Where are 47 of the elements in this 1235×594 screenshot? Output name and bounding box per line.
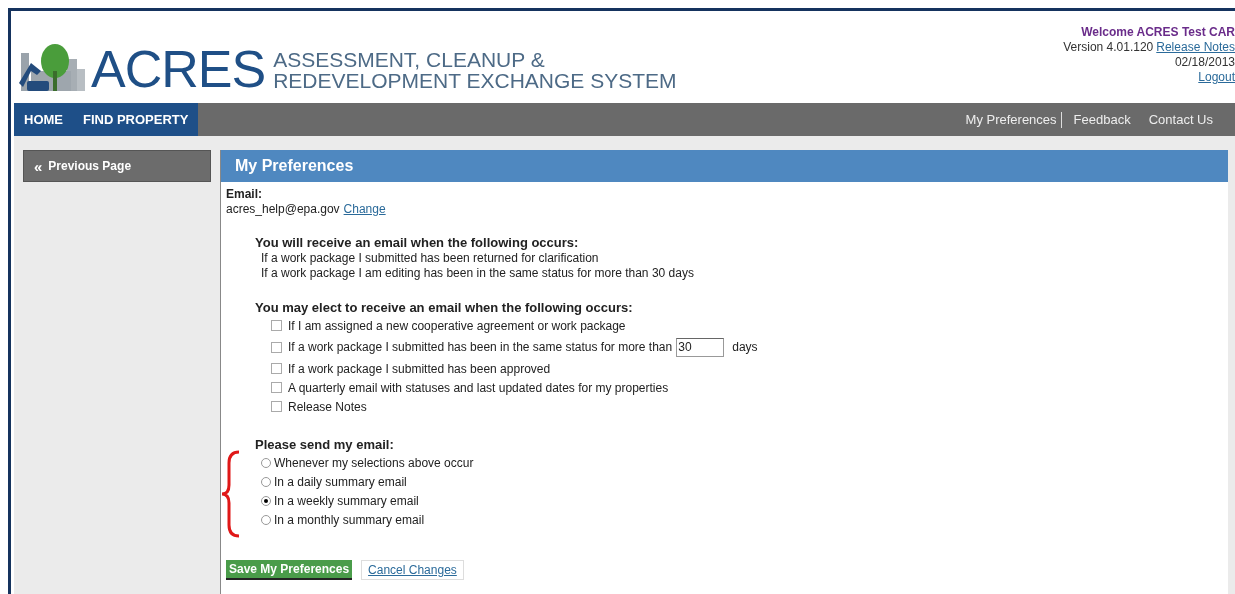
nav-link[interactable]: Feedback bbox=[1069, 109, 1135, 130]
checkbox-label: Release Notes bbox=[288, 398, 367, 416]
notification-text: If a work package I submitted has been returned for clarification bbox=[260, 251, 600, 266]
date-text: 02/18/2013 bbox=[1174, 55, 1235, 70]
checkbox-label: A quarterly email with statuses and last updated dates for my properties bbox=[288, 379, 669, 397]
welcome-text: Welcome ACRES Test CAR bbox=[1081, 25, 1235, 40]
notification-text: If a work package I am editing has been in the same status for more than 30 days bbox=[260, 266, 695, 281]
email-value: acres_help@epa.gov bbox=[226, 202, 340, 217]
checkbox[interactable] bbox=[271, 363, 282, 374]
checkbox-label: If I am assigned a new cooperative agreement or work package bbox=[288, 317, 626, 335]
nav-link[interactable]: HOME bbox=[14, 103, 73, 136]
panel-title: My Preferences bbox=[235, 156, 354, 176]
checkbox-label: If a work package I submitted has been in the same status for more than bbox=[288, 339, 673, 356]
checkbox[interactable] bbox=[271, 320, 282, 331]
radio-label: In a daily summary email bbox=[274, 473, 407, 491]
nav-link[interactable]: My Preferences bbox=[961, 109, 1061, 130]
section-heading: Please send my email: bbox=[255, 436, 395, 453]
checkbox[interactable] bbox=[271, 382, 282, 393]
checkbox[interactable] bbox=[271, 341, 282, 353]
email-label: Email: bbox=[226, 187, 263, 202]
cancel-button[interactable]: Cancel Changes bbox=[361, 560, 464, 580]
previous-page-button[interactable]: « Previous Page bbox=[23, 150, 211, 182]
save-button[interactable]: Save My Preferences bbox=[226, 560, 353, 580]
section-heading: You may elect to receive an email when the following occurs: bbox=[255, 299, 634, 316]
checkbox[interactable] bbox=[271, 401, 282, 412]
nav-link[interactable]: FIND PROPERTY bbox=[73, 103, 199, 136]
radio-label: In a weekly summary email bbox=[274, 492, 419, 510]
logo-illustration bbox=[17, 41, 87, 93]
checkbox-label: If a work package I submitted has been approved bbox=[288, 360, 551, 378]
logout-link[interactable]: Logout bbox=[1198, 70, 1235, 85]
days-input[interactable]: 30 bbox=[676, 337, 725, 357]
days-text: days bbox=[732, 339, 758, 356]
logo-text: ACRES bbox=[91, 45, 266, 93]
change-link[interactable]: Change bbox=[343, 202, 386, 217]
logo-subtitle: REDEVELOPMENT EXCHANGE SYSTEM bbox=[273, 70, 677, 91]
radio-button[interactable] bbox=[261, 476, 271, 487]
radio-button[interactable] bbox=[261, 457, 271, 468]
radio-label: Whenever my selections above occur bbox=[274, 454, 474, 472]
radio-button[interactable] bbox=[261, 514, 271, 525]
double-chevron-icon: « bbox=[34, 158, 43, 174]
version-text: Version 4.01.120 bbox=[1063, 40, 1154, 55]
nav-link[interactable]: Contact Us bbox=[1144, 109, 1217, 130]
radio-label: In a monthly summary email bbox=[274, 511, 425, 529]
logo-subtitle: ASSESSMENT, CLEANUP & bbox=[273, 49, 546, 70]
radio-button[interactable] bbox=[261, 495, 271, 506]
section-heading: You will receive an email when the following occurs: bbox=[255, 234, 580, 251]
release-notes-link[interactable]: Release Notes bbox=[1156, 40, 1235, 55]
